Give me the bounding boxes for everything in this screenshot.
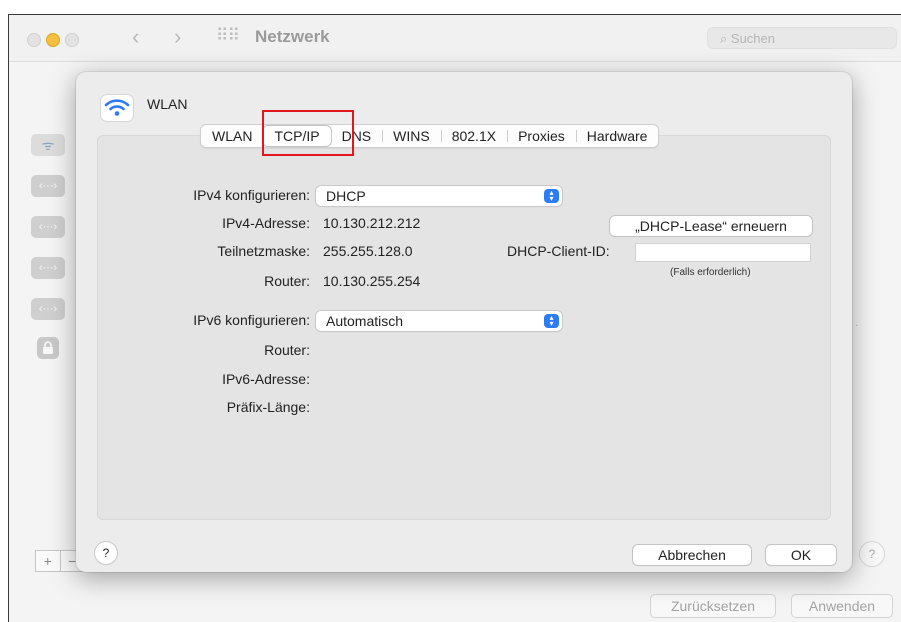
ipv6-router-label: Router: bbox=[264, 342, 310, 358]
client-id-note: (Falls erforderlich) bbox=[670, 267, 751, 278]
sidebar-ethernet-icon[interactable]: ‹···› bbox=[31, 175, 65, 197]
sidebar-ethernet-icon[interactable]: ‹···› bbox=[31, 257, 65, 279]
ipv4-configure-label: IPv4 konfigurieren: bbox=[193, 187, 310, 203]
close-window-button[interactable] bbox=[27, 33, 41, 47]
back-arrow-icon[interactable]: ‹ bbox=[132, 24, 139, 50]
renew-dhcp-lease-button[interactable]: „DHCP-Lease“ erneuern bbox=[610, 216, 812, 236]
dhcp-client-id-label: DHCP-Client-ID: bbox=[507, 243, 610, 259]
help-button[interactable]: ? bbox=[95, 542, 117, 564]
prefix-length-label: Präfix-Länge: bbox=[226, 399, 310, 415]
background-window: ‹ › ⠿⠿ Netzwerk ⌕ Suchen ᯤ ‹···› ‹···› ‹… bbox=[8, 14, 901, 622]
wlan-settings-sheet: WLAN WLAN TCP/IP DNS WINS 802.1X Proxies… bbox=[76, 72, 852, 572]
dhcp-client-id-field[interactable] bbox=[635, 243, 811, 262]
subnet-mask-label: Teilnetzmaske: bbox=[217, 243, 310, 259]
sheet-title: WLAN bbox=[147, 96, 188, 112]
router-value: 10.130.255.254 bbox=[323, 273, 421, 289]
tab-dns[interactable]: DNS bbox=[331, 125, 383, 147]
zoom-window-button[interactable] bbox=[65, 33, 79, 47]
forward-arrow-icon[interactable]: › bbox=[174, 24, 181, 50]
minimize-window-button[interactable] bbox=[46, 33, 60, 47]
tab-wins[interactable]: WINS bbox=[382, 125, 441, 147]
grid-icon[interactable]: ⠿⠿ bbox=[216, 26, 240, 46]
wifi-icon bbox=[101, 95, 133, 121]
apply-button[interactable]: Anwenden bbox=[791, 594, 893, 618]
sidebar-ethernet-icon[interactable]: ‹···› bbox=[31, 298, 65, 320]
ipv4-address-label: IPv4-Adresse: bbox=[222, 215, 310, 231]
tab-proxies[interactable]: Proxies bbox=[507, 125, 576, 147]
sidebar-ethernet-icon[interactable]: ‹···› bbox=[31, 216, 65, 238]
search-input[interactable]: ⌕ Suchen bbox=[707, 27, 897, 49]
search-icon: ⌕ bbox=[720, 31, 728, 46]
tab-8021x[interactable]: 802.1X bbox=[440, 125, 507, 147]
background-titlebar: ‹ › ⠿⠿ Netzwerk ⌕ Suchen bbox=[9, 15, 901, 62]
ok-button[interactable]: OK bbox=[766, 545, 836, 565]
ipv6-configure-label: IPv6 konfigurieren: bbox=[193, 312, 310, 328]
sidebar-lock-icon[interactable] bbox=[37, 337, 59, 359]
popup-chevron-icon: ▴ ▾ bbox=[544, 314, 559, 328]
tab-tcpip[interactable]: TCP/IP bbox=[263, 126, 331, 146]
popup-chevron-icon: ▴ ▾ bbox=[544, 189, 559, 203]
window-title: Netzwerk bbox=[255, 27, 330, 46]
background-help-button[interactable]: ? bbox=[859, 541, 885, 567]
add-service-button[interactable]: + bbox=[36, 551, 60, 571]
tab-hardware[interactable]: Hardware bbox=[575, 125, 659, 147]
background-dot: . bbox=[855, 315, 859, 329]
search-placeholder: Suchen bbox=[730, 31, 775, 46]
ipv4-address-value: 10.130.212.212 bbox=[323, 215, 421, 231]
router-label: Router: bbox=[264, 273, 310, 289]
ipv4-configure-popup[interactable]: DHCP ▴ ▾ bbox=[316, 186, 562, 206]
reset-button[interactable]: Zurücksetzen bbox=[650, 594, 776, 618]
sidebar-wifi-icon[interactable]: ᯤ bbox=[31, 134, 65, 156]
cancel-button[interactable]: Abbrechen bbox=[633, 545, 751, 565]
ipv6-configure-popup[interactable]: Automatisch ▴ ▾ bbox=[316, 311, 562, 331]
tab-wlan[interactable]: WLAN bbox=[201, 125, 263, 147]
tab-bar: WLAN TCP/IP DNS WINS 802.1X Proxies Hard… bbox=[200, 124, 660, 148]
subnet-mask-value: 255.255.128.0 bbox=[323, 243, 413, 259]
ipv6-address-label: IPv6-Adresse: bbox=[222, 371, 310, 387]
ipv4-configure-value: DHCP bbox=[326, 188, 366, 204]
ipv6-configure-value: Automatisch bbox=[326, 313, 404, 329]
